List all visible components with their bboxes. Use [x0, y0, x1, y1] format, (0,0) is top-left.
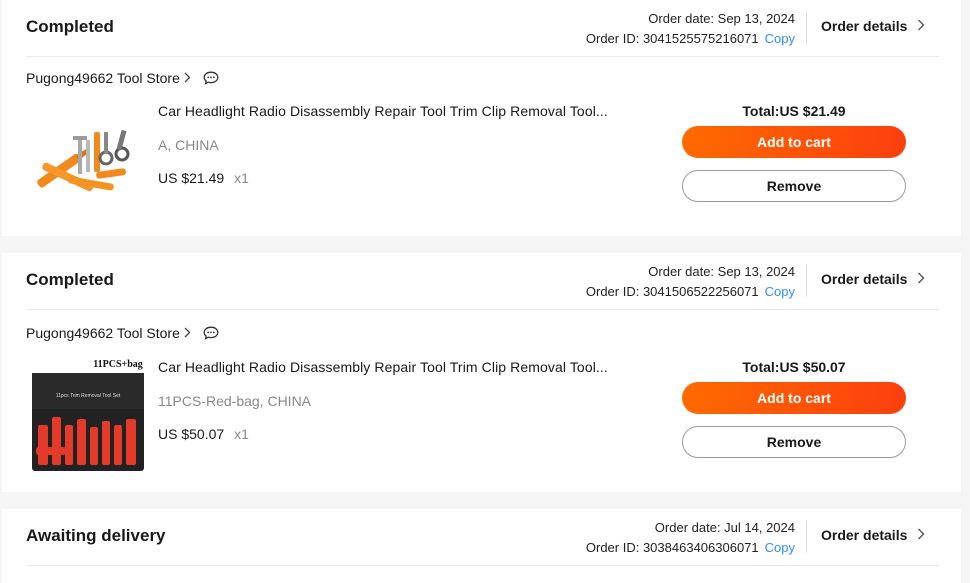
quantity: x1 [234, 426, 249, 442]
divider [806, 265, 807, 297]
order-id-row: Order ID: 3038463406306071 Copy [586, 538, 795, 558]
product-variant: 11PCS-Red-bag, CHINA [158, 393, 312, 409]
order-details-label: Order details [821, 271, 908, 287]
order-total: Total:US $21.49 [742, 103, 846, 119]
store-name: Pugong49662 Tool Store [26, 325, 180, 341]
order-date: Order date: Jul 14, 2024 [654, 520, 795, 535]
order-status: Awaiting delivery [26, 526, 166, 545]
order-details-link[interactable]: Order details [821, 527, 939, 543]
order-meta: Order date: Jul 14, 2024 Order ID: 30384… [586, 518, 795, 558]
product-image[interactable] [26, 100, 146, 220]
chevron-right-icon [184, 326, 191, 341]
product-title[interactable]: Car Headlight Radio Disassembly Repair T… [158, 103, 638, 119]
add-to-cart-button[interactable]: Add to cart [682, 382, 906, 414]
order-details-link[interactable]: Order details [821, 18, 939, 34]
divider [806, 521, 807, 553]
store-name: Pugong49662 Tool Store [26, 70, 180, 86]
order-details-link[interactable]: Order details [821, 271, 939, 287]
order-status: Completed [26, 270, 114, 289]
order-id-row: Order ID: 3041506522256071 Copy [586, 282, 795, 302]
order-id: Order ID: 3038463406306071 [585, 540, 759, 555]
order-status: Completed [26, 17, 114, 36]
unit-price: US $50.07 [158, 426, 225, 442]
order-header: Completed Order date: Sep 13, 2024 Order… [26, 0, 939, 57]
order-meta: Order date: Sep 13, 2024 Order ID: 30415… [586, 262, 795, 302]
order-header: Completed Order date: Sep 13, 2024 Order… [26, 253, 939, 310]
chevron-right-icon [917, 527, 925, 543]
chevron-right-icon [184, 71, 191, 86]
image-caption: 11PCS+bag [93, 359, 143, 370]
order-header: Awaiting delivery Order date: Jul 14, 20… [26, 509, 939, 566]
order-total: Total:US $50.07 [742, 359, 846, 375]
store-link[interactable]: Pugong49662 Tool Store [26, 70, 219, 86]
product-price-row: US $50.07 x1 [158, 426, 249, 442]
order-details-label: Order details [821, 527, 908, 543]
divider [806, 12, 807, 44]
order-date: Order date: Sep 13, 2024 [648, 264, 795, 279]
order-id-row: Order ID: 3041525575216071 Copy [586, 29, 795, 49]
product-title[interactable]: Car Headlight Radio Disassembly Repair T… [158, 359, 638, 375]
order-id: Order ID: 3041525575216071 [585, 31, 759, 46]
product-variant: A, CHINA [158, 137, 219, 153]
remove-button[interactable]: Remove [682, 426, 906, 458]
copy-order-id-link[interactable]: Copy [765, 284, 795, 299]
order-date: Order date: Sep 13, 2024 [648, 11, 795, 26]
product-image[interactable]: 11PCS+bag 11pcs Trim Removal Tool Set [26, 355, 146, 475]
order-id: Order ID: 3041506522256071 [585, 284, 759, 299]
chat-icon[interactable] [203, 326, 219, 340]
order-details-label: Order details [821, 18, 908, 34]
order-card: Completed Order date: Sep 13, 2024 Order… [2, 253, 961, 492]
chat-icon[interactable] [203, 71, 219, 85]
order-card: Awaiting delivery Order date: Jul 14, 20… [2, 509, 961, 583]
store-link[interactable]: Pugong49662 Tool Store [26, 325, 219, 341]
copy-order-id-link[interactable]: Copy [765, 540, 795, 555]
quantity: x1 [234, 170, 249, 186]
product-price-row: US $21.49 x1 [158, 170, 249, 186]
copy-order-id-link[interactable]: Copy [765, 31, 795, 46]
unit-price: US $21.49 [158, 170, 225, 186]
order-card: Completed Order date: Sep 13, 2024 Order… [2, 0, 961, 236]
remove-button[interactable]: Remove [682, 170, 906, 202]
chevron-right-icon [917, 18, 925, 34]
order-meta: Order date: Sep 13, 2024 Order ID: 30415… [586, 9, 795, 49]
image-bag-text: 11pcs Trim Removal Tool Set [56, 393, 121, 399]
chevron-right-icon [917, 271, 925, 287]
add-to-cart-button[interactable]: Add to cart [682, 126, 906, 158]
